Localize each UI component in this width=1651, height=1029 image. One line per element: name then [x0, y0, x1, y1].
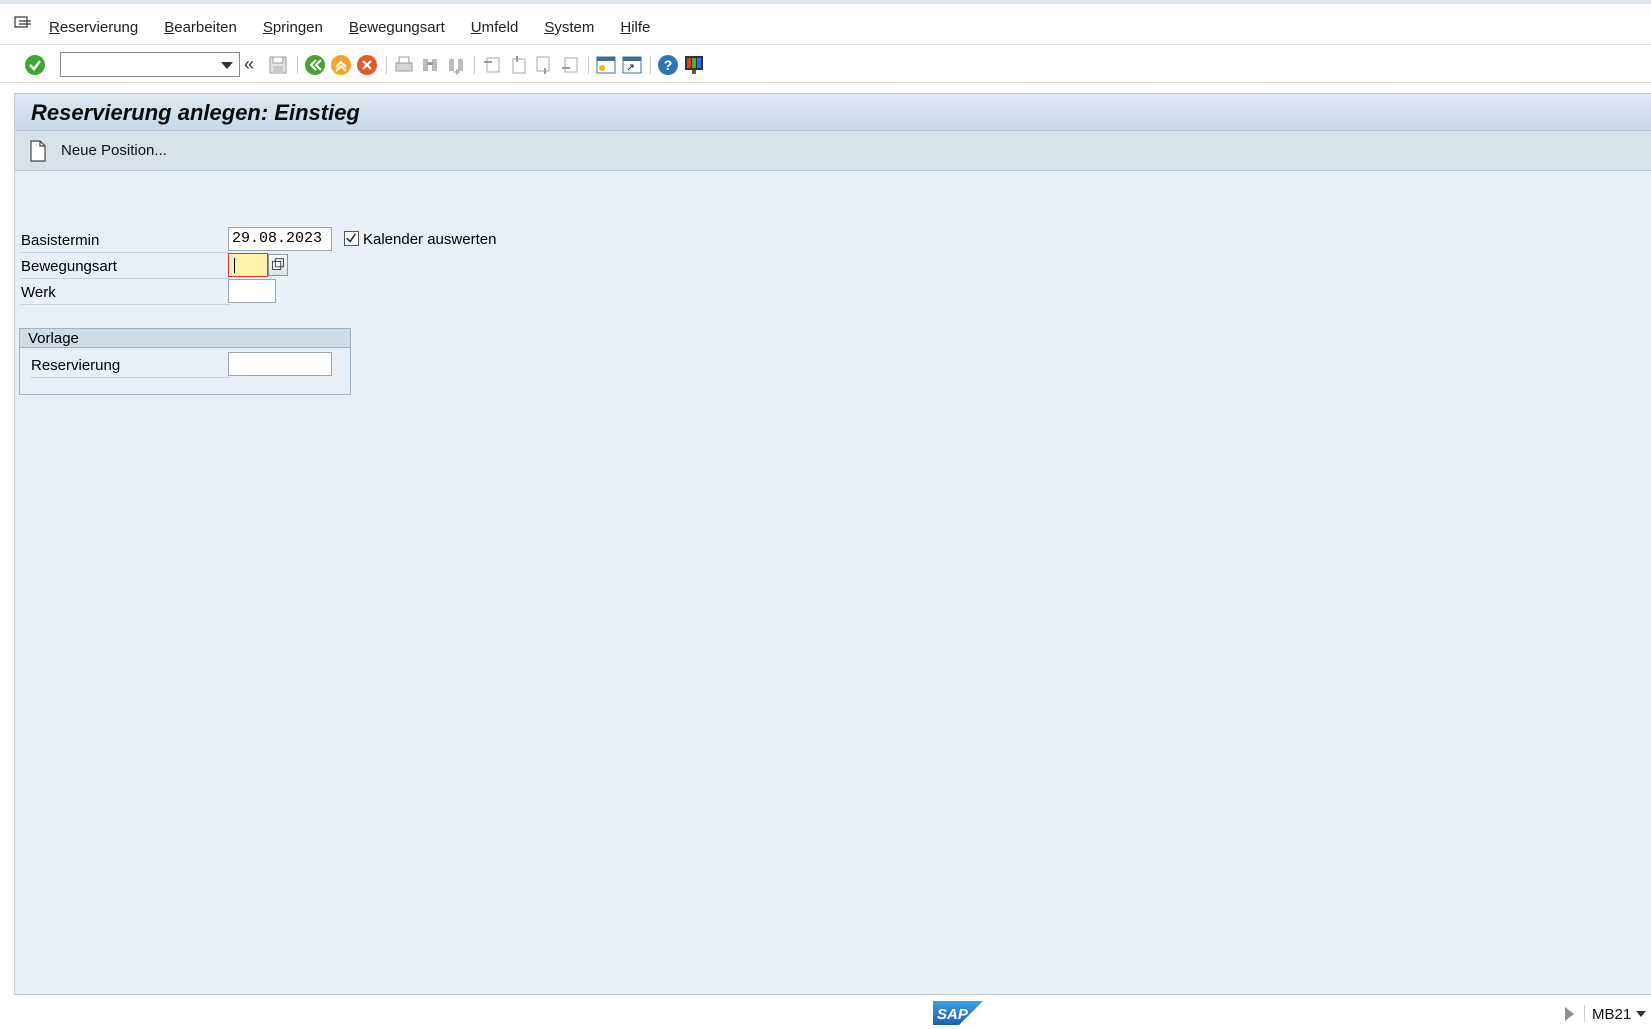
text-cursor — [234, 258, 235, 273]
bewegungsart-row: Bewegungsart — [20, 253, 320, 279]
previous-page-icon[interactable] — [507, 54, 529, 76]
next-page-icon[interactable] — [533, 54, 555, 76]
status-bar: SAP MB21 — [0, 996, 1651, 1029]
back-icon[interactable] — [304, 54, 326, 76]
toolbar-separator — [588, 56, 589, 74]
value-help-button[interactable] — [268, 254, 288, 276]
application-toolbar: Neue Position... — [15, 131, 1651, 171]
checkmark-icon — [346, 233, 356, 243]
help-icon[interactable]: ? — [657, 54, 679, 76]
document-icon[interactable] — [29, 140, 47, 162]
value-help-icon — [272, 258, 284, 270]
session-info[interactable]: MB21 — [1565, 1003, 1647, 1025]
collapse-command-icon[interactable]: « — [244, 54, 266, 76]
vorlage-group-title: Vorlage — [20, 329, 350, 348]
last-page-icon[interactable] — [559, 54, 581, 76]
basistermin-row: Basistermin 29.08.2023 Kalender auswerte… — [20, 227, 520, 253]
toolbar-separator — [297, 56, 298, 74]
vorlage-group: Vorlage Reservierung — [19, 328, 351, 395]
svg-text:?: ? — [664, 57, 673, 73]
werk-label: Werk — [20, 284, 230, 305]
reservierung-label: Reservierung — [30, 357, 230, 378]
menu-bar: Reservierung Bearbeiten Springen Bewegun… — [0, 0, 1651, 45]
werk-row: Werk — [20, 279, 320, 305]
chevron-down-icon[interactable] — [1636, 1011, 1647, 1017]
basistermin-label: Basistermin — [20, 232, 230, 253]
content-area: Reservierung anlegen: Einstieg Neue Posi… — [14, 93, 1651, 995]
title-bar: Reservierung anlegen: Einstieg — [15, 93, 1651, 131]
enter-icon[interactable] — [24, 54, 46, 76]
bewegungsart-label: Bewegungsart — [20, 258, 230, 279]
exit-icon[interactable] — [330, 54, 352, 76]
reservierung-row: Reservierung — [30, 352, 340, 378]
cancel-icon[interactable] — [356, 54, 378, 76]
system-menu-icon[interactable] — [14, 16, 32, 30]
menu-bearbeiten[interactable]: Bearbeiten — [164, 19, 237, 36]
find-icon[interactable] — [419, 54, 441, 76]
create-shortcut-icon[interactable] — [621, 54, 643, 76]
kalender-checkbox[interactable] — [344, 231, 359, 246]
menu-springen[interactable]: Springen — [263, 19, 323, 36]
status-separator — [1584, 1005, 1585, 1023]
kalender-label: Kalender auswerten — [363, 231, 497, 248]
transaction-code: MB21 — [1592, 1005, 1632, 1023]
menu-system[interactable]: System — [544, 19, 594, 36]
new-session-icon[interactable] — [595, 54, 617, 76]
menu-umfeld[interactable]: Umfeld — [471, 19, 519, 36]
save-icon[interactable] — [267, 54, 289, 76]
reservierung-input[interactable] — [228, 352, 332, 376]
command-field[interactable] — [60, 52, 240, 77]
print-icon[interactable] — [393, 54, 415, 76]
menu-reservierung[interactable]: Reservierung — [49, 19, 138, 36]
customize-layout-icon[interactable] — [683, 54, 705, 76]
menu-bewegungsart[interactable]: Bewegungsart — [349, 19, 445, 36]
play-icon[interactable] — [1565, 1007, 1574, 1021]
basistermin-input[interactable]: 29.08.2023 — [228, 227, 332, 251]
first-page-icon[interactable] — [481, 54, 503, 76]
standard-toolbar: « ? — [0, 45, 1651, 83]
sap-logo-text: SAP — [937, 1006, 969, 1023]
werk-input[interactable] — [228, 279, 276, 303]
chevron-down-icon[interactable] — [221, 62, 233, 69]
command-input[interactable] — [61, 53, 211, 76]
find-next-icon[interactable] — [445, 54, 467, 76]
page-title: Reservierung anlegen: Einstieg — [31, 100, 360, 125]
toolbar-separator — [650, 56, 651, 74]
menu-hilfe[interactable]: Hilfe — [620, 19, 650, 36]
sap-logo: SAP — [933, 1001, 983, 1025]
new-position-button[interactable]: Neue Position... — [61, 142, 167, 159]
toolbar-separator — [386, 56, 387, 74]
toolbar-separator — [474, 56, 475, 74]
